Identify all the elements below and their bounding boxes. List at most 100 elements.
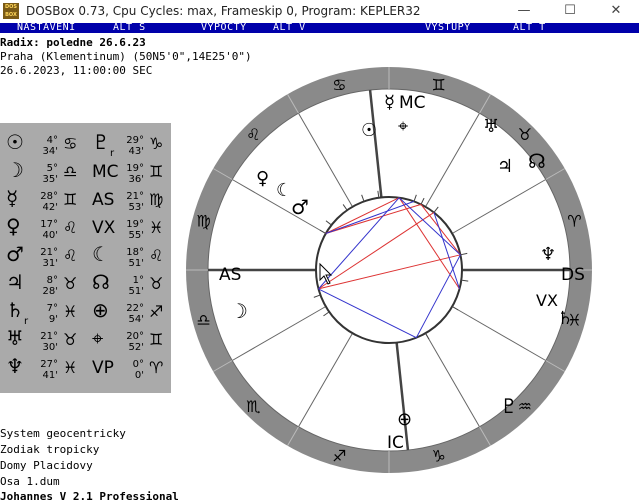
zodiac-sign-9: ♎ <box>196 311 210 330</box>
zodiac-sign-11: ♌ <box>246 125 260 144</box>
right-degrees-3: 19° <box>126 219 144 230</box>
zodiac-sign-10: ♍ <box>196 211 210 230</box>
maximize-button[interactable]: ☐ <box>547 0 593 23</box>
right-retro-mark-0: r <box>110 148 115 159</box>
left-body-glyph-4: ♂ <box>6 242 24 266</box>
dosbox-app-icon: DOS BOX <box>3 3 19 19</box>
left-body-glyph-3: ♀ <box>6 214 21 238</box>
right-degrees-2: 21° <box>126 191 144 202</box>
left-degrees-3: 17° <box>40 219 58 230</box>
zodiac-line: Zodiak tropicky <box>0 443 100 456</box>
left-minutes-7: 30' <box>43 342 58 353</box>
left-degrees-1: 5° <box>47 163 58 174</box>
right-sign-glyph-0: ♑ <box>149 134 163 153</box>
left-sign-glyph-5: ♉ <box>63 274 77 293</box>
left-degrees-8: 27° <box>40 359 58 370</box>
left-sign-glyph-7: ♉ <box>63 330 77 349</box>
radix-line: Radix: poledne 26.6.23 <box>0 36 146 49</box>
right-minutes-4: 51' <box>129 258 144 269</box>
left-retro-mark-6: r <box>24 316 29 327</box>
horoscope-wheel: ♋ ♊♉♈♓♒♑♐♏♎♍♌ ☿ MC☉ ⌖ ♅♃ ☊♀☾♂AS♆DSVX♄☽⊕IC♇ <box>186 67 592 473</box>
left-minutes-5: 28' <box>43 286 58 297</box>
wheel-mars-left: ♂ <box>291 195 309 219</box>
right-sign-glyph-4: ♌ <box>149 246 163 265</box>
left-minutes-0: 34' <box>43 146 58 157</box>
axis-line: Osa 1.dum <box>0 475 60 488</box>
datetime-line: 26.6.2023, 11:00:00 SEC <box>0 64 153 77</box>
left-body-glyph-2: ☿ <box>6 186 18 210</box>
zodiac-sign-8: ♏ <box>246 397 260 416</box>
zodiac-sign-7: ♐ <box>332 446 346 465</box>
left-body-glyph-5: ♃ <box>6 270 24 294</box>
zodiac-sign-2: ♉ <box>518 125 532 144</box>
right-degrees-8: 0° <box>133 359 144 370</box>
left-degrees-4: 21° <box>40 247 58 258</box>
right-body-glyph-3: VX <box>92 218 116 238</box>
houses-line: Domy Placidovy <box>0 459 93 472</box>
wheel-earth-top: ⌖ <box>398 116 408 137</box>
left-minutes-3: 40' <box>43 230 58 241</box>
program-line: Johannes V 2.1 Professional <box>0 490 179 503</box>
left-sign-glyph-4: ♌ <box>63 246 77 265</box>
left-degrees-5: 8° <box>47 275 58 286</box>
right-minutes-3: 55' <box>129 230 144 241</box>
wheel-node-right: ☊ <box>528 149 546 173</box>
right-sign-glyph-6: ♐ <box>149 302 163 321</box>
left-minutes-6: 9' <box>49 314 58 325</box>
right-minutes-2: 53' <box>129 202 144 213</box>
right-minutes-1: 36' <box>129 174 144 185</box>
right-body-glyph-8: VP <box>92 358 114 378</box>
left-body-glyph-8: ♆ <box>6 354 24 378</box>
wheel-mercury-top: ☿ <box>384 92 395 113</box>
left-sign-glyph-2: ♊ <box>63 190 77 209</box>
right-sign-glyph-1: ♊ <box>149 162 163 181</box>
left-sign-glyph-6: ♓ <box>63 302 77 321</box>
right-sign-glyph-5: ♉ <box>149 274 163 293</box>
planet-positions-table: ☉ 4° 34' ♋ ☽ 5° 35' ♎ ☿ 28° 42' ♊ ♀ 17° 40' ♌ ♂ 21° 31' ♌ ♃ 8… <box>0 123 171 393</box>
wheel-vx-label: VX <box>536 291 558 310</box>
menu-vystupy[interactable]: VYSTUPY <box>425 23 471 33</box>
zodiac-sign-3: ♈ <box>567 211 581 230</box>
menu-bar: NASTAVENI ALT S VYPOCTY ALT V VYSTUPY AL… <box>0 23 639 33</box>
right-body-glyph-7: ⌖ <box>92 326 103 350</box>
wheel-neptune-right: ♆ <box>540 244 556 265</box>
zodiac-sign-0: ♋ <box>332 76 346 95</box>
wheel-lilith-left: ☾ <box>276 180 292 201</box>
right-degrees-1: 19° <box>126 163 144 174</box>
menu-nastaveni[interactable]: NASTAVENI <box>17 23 76 33</box>
right-degrees-4: 18° <box>126 247 144 258</box>
wheel-uranus-top: ♅ <box>483 116 499 137</box>
right-minutes-7: 52' <box>129 342 144 353</box>
minimize-button[interactable]: — <box>501 0 547 23</box>
menu-shortcut-alt-s: ALT S <box>113 22 146 33</box>
window-title: DOSBox 0.73, Cpu Cycles: max, Frameskip … <box>26 4 421 18</box>
right-degrees-5: 1° <box>133 275 144 286</box>
left-minutes-2: 42' <box>43 202 58 213</box>
left-minutes-4: 31' <box>43 258 58 269</box>
right-degrees-6: 22° <box>126 303 144 314</box>
right-minutes-6: 54' <box>129 314 144 325</box>
wheel-saturn-right: ♄ <box>557 308 573 329</box>
aspect-circle <box>315 196 463 344</box>
right-body-glyph-5: ☊ <box>92 270 110 294</box>
left-body-glyph-6: ♄ <box>6 298 24 322</box>
right-body-glyph-0: ♇ <box>92 130 110 154</box>
right-body-glyph-2: AS <box>92 190 114 210</box>
wheel-ic-label: IC <box>387 433 404 453</box>
left-body-glyph-7: ♅ <box>6 326 24 350</box>
left-sign-glyph-1: ♎ <box>63 162 77 181</box>
left-sign-glyph-0: ♋ <box>63 134 77 153</box>
left-degrees-7: 21° <box>40 331 58 342</box>
wheel-venus-left: ♀ <box>256 168 269 189</box>
right-body-glyph-1: MC <box>92 162 119 182</box>
menu-vypocty[interactable]: VYPOCTY <box>201 23 247 33</box>
right-body-glyph-4: ☾ <box>92 242 110 266</box>
wheel-jupiter-right: ♃ <box>497 156 513 177</box>
wheel-as-label: AS <box>219 265 241 285</box>
right-sign-glyph-3: ♓ <box>149 218 163 237</box>
right-degrees-0: 29° <box>126 135 144 146</box>
close-button[interactable]: ✕ <box>593 0 639 23</box>
right-minutes-8: 0' <box>135 370 144 381</box>
wheel-ds-label: DS <box>561 265 585 285</box>
left-body-glyph-0: ☉ <box>6 130 24 154</box>
